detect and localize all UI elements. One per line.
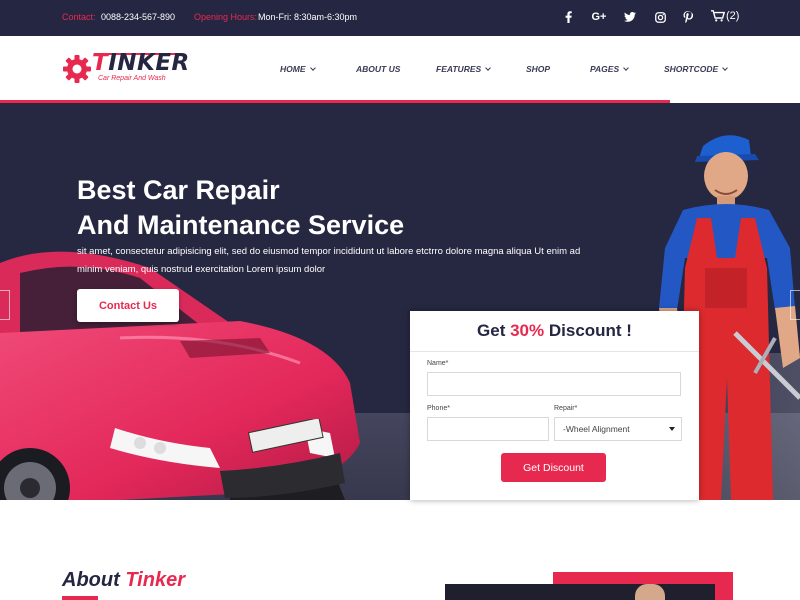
nav-home[interactable]: HOME <box>280 64 316 74</box>
google-plus-label: G+ <box>591 11 607 23</box>
about-image <box>445 584 715 600</box>
nav-about-us[interactable]: ABOUT US <box>356 64 400 74</box>
contact-us-button[interactable]: Contact Us <box>77 289 179 322</box>
name-label: Name* <box>427 360 449 367</box>
logo-wordmark: TINKER <box>92 50 190 76</box>
hero-title: Best Car Repair And Maintenance Service <box>77 173 404 243</box>
opening-hours-value: Mon-Fri: 8:30am-6:30pm <box>258 12 358 22</box>
opening-hours-label: Opening Hours: <box>194 12 258 22</box>
about-title: About Tinker <box>62 569 185 591</box>
logo-tagline: Car Repair And Wash <box>98 75 166 82</box>
about-title-underline <box>62 596 98 600</box>
site-logo[interactable]: TINKER Car Repair And Wash <box>62 50 190 88</box>
discount-title: Get 30% Discount ! <box>477 321 632 340</box>
cart-count: (2) <box>726 10 740 22</box>
nav-features[interactable]: FEATURES <box>436 64 492 74</box>
license-plate-icon <box>247 419 324 453</box>
hero-title-line-1: Best Car Repair <box>77 175 280 205</box>
repair-select[interactable]: -Wheel Alignment <box>554 417 682 441</box>
nav-shortcode[interactable]: SHORTCODE <box>664 64 728 74</box>
name-field[interactable] <box>427 372 681 396</box>
repair-selected-value: -Wheel Alignment <box>563 424 630 434</box>
slider-prev-button[interactable] <box>0 290 10 320</box>
get-discount-button[interactable]: Get Discount <box>501 453 606 482</box>
google-plus-icon[interactable]: G+ <box>590 9 608 25</box>
cart-icon <box>711 10 725 22</box>
hero-description: sit amet, consectetur adipisicing elit, … <box>77 246 581 275</box>
nav-pages[interactable]: PAGES <box>590 64 629 74</box>
slider-next-button[interactable] <box>790 290 800 320</box>
facebook-icon[interactable] <box>563 9 573 25</box>
phone-label: Phone* <box>427 405 450 412</box>
hero-title-line-2: And Maintenance Service <box>77 210 405 240</box>
nav-shop[interactable]: SHOP <box>526 64 550 74</box>
phone-field[interactable] <box>427 417 549 441</box>
discount-form: Get 30% Discount ! Name* Phone* Repair* … <box>410 311 699 500</box>
chevron-down-icon <box>722 64 728 71</box>
car-image <box>0 251 360 500</box>
chevron-down-icon <box>485 64 492 71</box>
repair-label: Repair* <box>554 405 578 412</box>
contact-phone[interactable]: 0088-234-567-890 <box>101 12 175 22</box>
pinterest-icon[interactable] <box>681 9 695 25</box>
discount-divider <box>410 351 699 352</box>
about-worker-figure <box>635 584 665 600</box>
cart-button[interactable]: (2) <box>711 10 739 22</box>
gear-icon <box>63 55 91 83</box>
top-bar: Contact: 0088-234-567-890 Opening Hours:… <box>0 0 800 36</box>
dropdown-arrow-icon <box>669 427 675 431</box>
instagram-icon[interactable] <box>653 9 667 25</box>
twitter-icon[interactable] <box>623 9 637 25</box>
chevron-down-icon <box>623 64 629 71</box>
chevron-down-icon <box>309 64 316 71</box>
contact-label: Contact: <box>62 12 96 22</box>
